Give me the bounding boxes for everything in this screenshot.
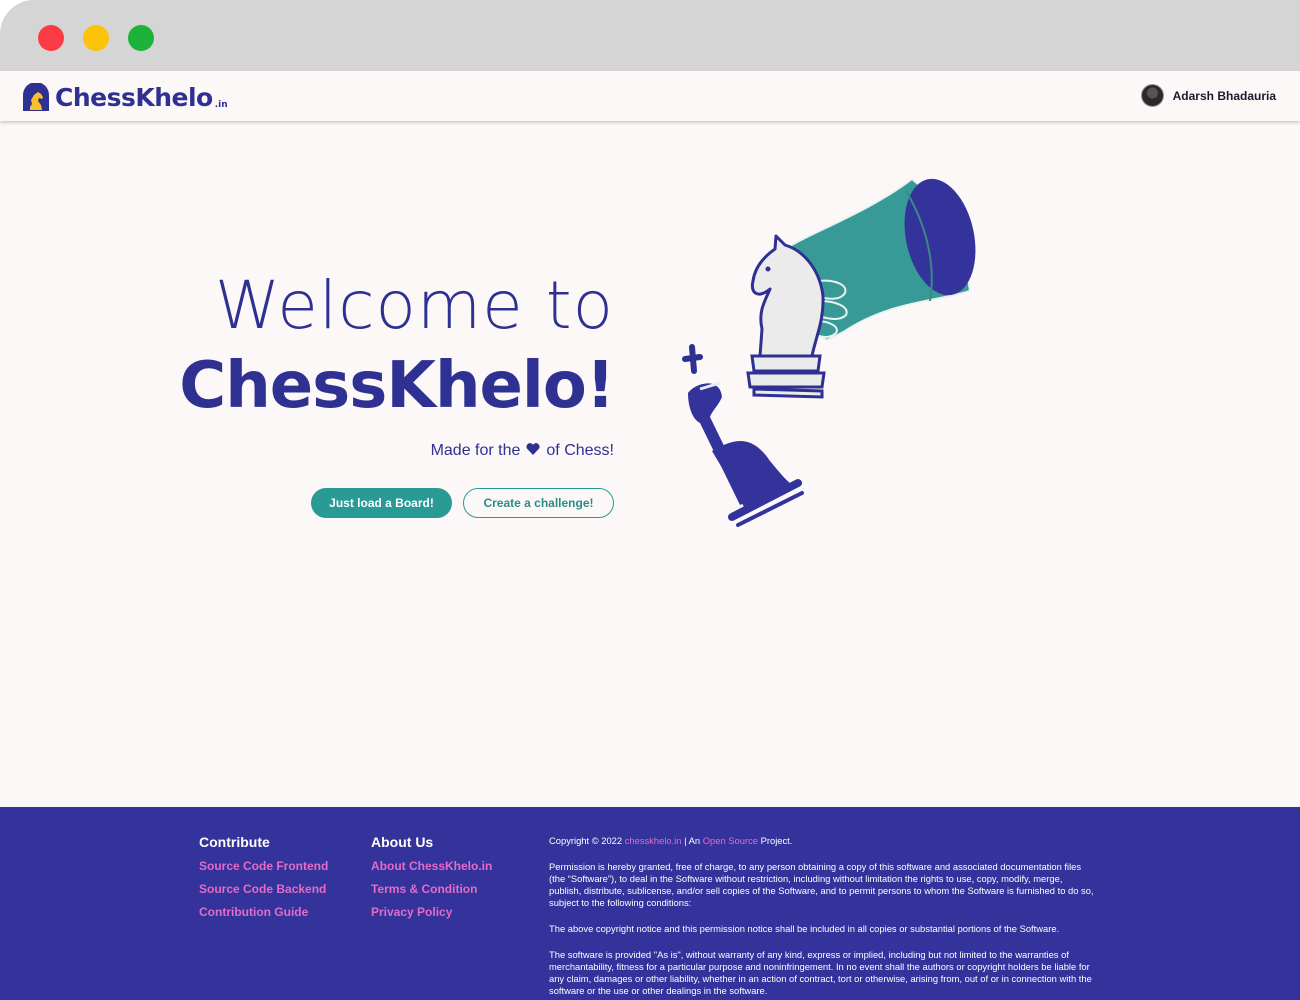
license-paragraph: The above copyright notice and this perm… bbox=[549, 923, 1060, 934]
license-paragraph: The software is provided "As is", withou… bbox=[549, 949, 1092, 996]
tagline-before: Made for the bbox=[430, 442, 521, 459]
navbar: ChessKhelo .in Adarsh Bhadauria bbox=[0, 71, 1300, 121]
copyright-suffix: Project. bbox=[760, 835, 793, 846]
create-challenge-button[interactable]: Create a challenge! bbox=[463, 488, 614, 518]
heart-icon bbox=[524, 442, 542, 460]
window-titlebar bbox=[0, 0, 1300, 71]
about-column: About Us About ChessKhelo.in Terms & Con… bbox=[371, 834, 492, 928]
terms-link[interactable]: Terms & Condition bbox=[371, 882, 492, 897]
welcome-text: Welcome to bbox=[214, 267, 614, 344]
maximize-window-button[interactable] bbox=[128, 25, 154, 51]
site-footer: Contribute Source Code Frontend Source C… bbox=[0, 807, 1300, 1000]
load-board-button[interactable]: Just load a Board! bbox=[311, 488, 452, 518]
browser-window: ChessKhelo .in Adarsh Bhadauria Welcome … bbox=[0, 0, 1300, 1000]
contribute-column: Contribute Source Code Frontend Source C… bbox=[199, 834, 328, 928]
license-text: Copyright © 2022 chesskhelo.in | An Open… bbox=[549, 835, 1094, 1000]
about-heading: About Us bbox=[371, 834, 434, 850]
close-window-button[interactable] bbox=[38, 25, 64, 51]
username[interactable]: Adarsh Bhadauria bbox=[1173, 89, 1276, 103]
open-source-link[interactable]: Open Source bbox=[703, 835, 758, 846]
knight-logo-icon bbox=[23, 83, 49, 111]
user-menu[interactable]: Adarsh Bhadauria bbox=[1140, 84, 1276, 107]
contribute-heading: Contribute bbox=[199, 834, 270, 850]
source-backend-link[interactable]: Source Code Backend bbox=[199, 882, 328, 897]
minimize-window-button[interactable] bbox=[83, 25, 109, 51]
about-link[interactable]: About ChessKhelo.in bbox=[371, 859, 492, 874]
tagline: Made for the of Chess! bbox=[431, 442, 614, 460]
site-logo[interactable]: ChessKhelo .in bbox=[21, 79, 228, 113]
copyright-prefix: Copyright © 2022 bbox=[549, 835, 623, 846]
copyright-middle: | An bbox=[684, 835, 701, 846]
brand-title: ChessKhelo! bbox=[179, 349, 615, 423]
hero-heading: Welcome to ChessKhelo! bbox=[179, 266, 615, 426]
site-link[interactable]: chesskhelo.in bbox=[625, 835, 682, 846]
tagline-after: of Chess! bbox=[546, 442, 614, 459]
source-frontend-link[interactable]: Source Code Frontend bbox=[199, 859, 328, 874]
hand-moving-knight-illustration bbox=[682, 177, 976, 527]
copyright-line: Copyright © 2022 chesskhelo.in | An Open… bbox=[549, 835, 1094, 847]
logo-text: ChessKhelo bbox=[55, 83, 213, 112]
avatar[interactable] bbox=[1140, 84, 1164, 107]
privacy-link[interactable]: Privacy Policy bbox=[371, 905, 492, 920]
logo-suffix: .in bbox=[214, 100, 228, 110]
license-paragraph: Permission is hereby granted, free of ch… bbox=[549, 861, 1094, 908]
contribution-guide-link[interactable]: Contribution Guide bbox=[199, 905, 328, 920]
hero-section: Welcome to ChessKhelo! Made for the of C… bbox=[0, 121, 1300, 807]
hero-actions: Just load a Board! Create a challenge! bbox=[311, 488, 614, 518]
